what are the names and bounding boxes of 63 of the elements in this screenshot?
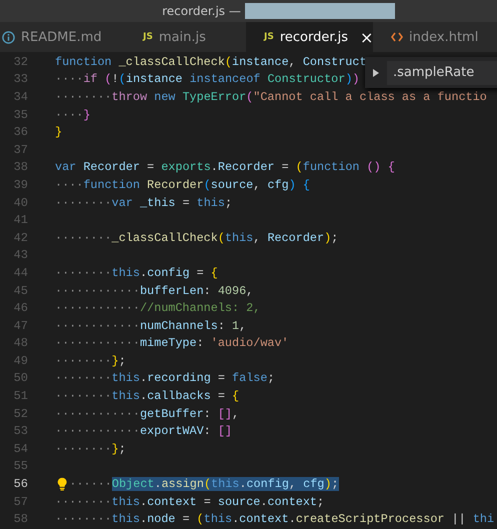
editor-tab[interactable]: README.md xyxy=(0,22,125,52)
code-icon xyxy=(391,31,403,43)
code-line: ············numChannels: 1, xyxy=(55,318,246,333)
code-line: ········_classCallCheck(this, Recorder); xyxy=(55,230,338,245)
line-number: 53 xyxy=(12,424,28,438)
line-number: 38 xyxy=(12,160,28,174)
code-line: ········this.node = (this.context.createScriptProcessor || thi xyxy=(55,512,494,526)
line-number: 47 xyxy=(12,318,28,333)
close-icon[interactable]: × xyxy=(360,28,373,46)
editor-tab[interactable]: index.html xyxy=(373,22,497,52)
code-line: ········this.callbacks = { xyxy=(55,389,240,404)
window-title: recorder.js — xyxy=(162,4,241,18)
chevron-icon[interactable] xyxy=(373,68,379,76)
line-number: 58 xyxy=(12,512,28,526)
code-line: var Recorder = exports.Recorder = (function () { xyxy=(55,160,395,174)
line-number: 57 xyxy=(12,494,28,509)
line-number: 39 xyxy=(12,178,28,192)
line-number: 44 xyxy=(12,266,28,280)
code-line: ········var _this = this; xyxy=(55,196,232,210)
code-line: ····if (!(instance instanceof Constructor)) xyxy=(55,72,360,86)
line-number: 35 xyxy=(12,108,28,122)
code-line: ······Object.assign(this.config, cfg); xyxy=(55,476,339,492)
info-icon xyxy=(2,30,15,44)
code-line: ············bufferLen: 4096, xyxy=(55,284,254,298)
line-number: 50 xyxy=(12,371,28,386)
line-number: 40 xyxy=(12,196,28,210)
line-number: 51 xyxy=(12,389,28,404)
code-line: } xyxy=(55,125,62,140)
line-number: 55 xyxy=(12,459,28,474)
line-number: 37 xyxy=(12,142,28,157)
code-line: ········}; xyxy=(55,354,126,368)
editor-tab[interactable]: JS main.js xyxy=(125,22,246,52)
suggestion-item[interactable]: .sampleRate xyxy=(387,60,497,84)
line-number: 52 xyxy=(12,406,28,421)
line-number: 42 xyxy=(12,230,28,245)
code-line: function _classCallCheck(instance, Construct xyxy=(55,54,367,69)
line-number: 46 xyxy=(12,301,28,316)
code-line: ············//numChannels: 2, xyxy=(55,301,260,316)
code-line: ············exportWAV: [] xyxy=(55,424,232,438)
line-number: 45 xyxy=(12,284,28,298)
javascript-file-icon: JS xyxy=(264,32,274,42)
line-number: 54 xyxy=(12,442,28,456)
line-number: 32 xyxy=(12,54,28,69)
line-number: 33 xyxy=(12,72,28,86)
line-number: 43 xyxy=(12,248,28,262)
code-line: ········this.config = { xyxy=(55,266,218,280)
code-line: ········this.recording = false; xyxy=(55,371,275,386)
code-line: ····function Recorder(source, cfg) { xyxy=(55,178,310,192)
code-line: ············getBuffer: [], xyxy=(55,406,240,421)
code-line: ····} xyxy=(55,108,90,122)
code-line: ············mimeType: 'audio/wav' xyxy=(55,336,289,350)
javascript-file-icon: JS xyxy=(143,32,153,42)
line-number: 41 xyxy=(12,213,28,228)
line-number: 56 xyxy=(12,477,28,492)
editor-tab[interactable]: JS recorder.js × xyxy=(246,22,373,52)
line-number: 49 xyxy=(12,354,28,368)
code-line: ········}; xyxy=(55,442,126,456)
line-number: 34 xyxy=(12,90,28,104)
code-line: ········throw new TypeError("Cannot call a class as a functio xyxy=(55,90,487,104)
line-number: 48 xyxy=(12,336,28,350)
line-number: 36 xyxy=(12,125,28,140)
code-line: ········this.context = source.context; xyxy=(55,494,324,509)
lightbulb-icon[interactable] xyxy=(57,476,68,491)
